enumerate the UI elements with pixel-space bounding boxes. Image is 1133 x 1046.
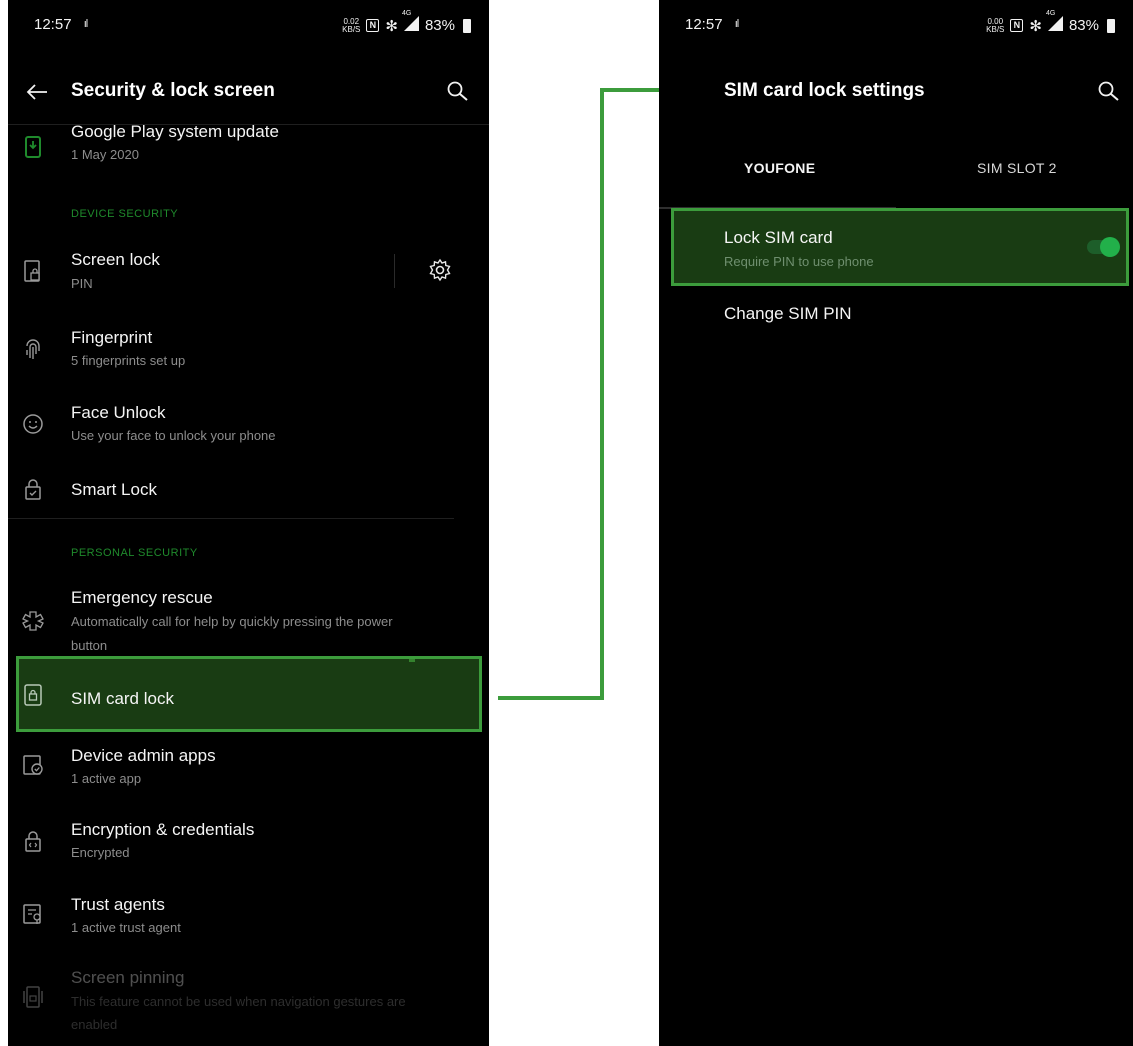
item-subtitle: Automatically call for help by quickly p… bbox=[71, 614, 393, 629]
item-subtitle: 1 active app bbox=[71, 771, 142, 786]
item-subtitle-line2: button bbox=[71, 638, 108, 653]
fingerprint-item[interactable]: Fingerprint 5 fingerprints set up bbox=[8, 324, 489, 378]
encryption-credentials-item[interactable]: Encryption & credentials Encrypted bbox=[8, 814, 489, 868]
battery-percent: 83% bbox=[424, 17, 455, 34]
trust-agents-item[interactable]: Trust agents 1 active trust agent bbox=[8, 889, 489, 943]
bluetooth-icon: ✻ bbox=[385, 17, 398, 35]
battery-percent: 83% bbox=[1068, 17, 1099, 34]
signal-strength-icon: ıl bbox=[734, 18, 739, 30]
item-title: Smart Lock bbox=[71, 480, 157, 499]
smart-lock-item[interactable]: Smart Lock bbox=[8, 474, 489, 514]
emergency-icon bbox=[22, 611, 44, 631]
bluetooth-icon: ✻ bbox=[1029, 17, 1042, 35]
device-admin-icon bbox=[23, 755, 43, 775]
search-icon[interactable] bbox=[1097, 80, 1121, 104]
tab-sim-slot-2[interactable]: SIM SLOT 2 bbox=[977, 160, 1057, 176]
emergency-rescue-item[interactable]: Emergency rescue Automatically call for … bbox=[8, 586, 489, 656]
smart-lock-icon bbox=[25, 479, 41, 500]
item-subtitle: Require PIN to use phone bbox=[724, 254, 874, 269]
item-subtitle: 1 May 2020 bbox=[71, 147, 139, 162]
nfc-icon: N bbox=[1010, 19, 1024, 32]
change-sim-pin-item[interactable]: Change SIM PIN bbox=[659, 296, 1133, 336]
status-time: 12:57 bbox=[685, 16, 723, 33]
item-subtitle: 1 active trust agent bbox=[71, 920, 181, 935]
security-lock-screen: 12:57 ıl 0.02 KB/S N ✻ 4G 83% Security & … bbox=[8, 0, 489, 1046]
item-title: Trust agents bbox=[71, 895, 165, 914]
sim-card-lock-settings: 12:57 ıl 0.00 KB/S N ✻ 4G 83% SIM card lo… bbox=[659, 0, 1133, 1046]
device-admin-apps-item[interactable]: Device admin apps 1 active app bbox=[8, 740, 489, 794]
network-speed: 0.00 KB/S bbox=[986, 16, 1005, 34]
toolbar: Security & lock screen bbox=[8, 72, 489, 112]
item-subtitle: This feature cannot be used when navigat… bbox=[71, 994, 406, 1009]
fingerprint-icon bbox=[26, 339, 40, 359]
screen-lock-icon bbox=[24, 260, 40, 282]
connector-line-vertical bbox=[600, 88, 604, 700]
status-bar: 12:57 ıl 0.02 KB/S N ✻ 4G 83% bbox=[8, 10, 489, 36]
lock-sim-toggle-thumb bbox=[1100, 237, 1120, 257]
item-subtitle: Encrypted bbox=[71, 845, 130, 860]
item-title: Screen pinning bbox=[71, 968, 185, 987]
cell-signal-icon bbox=[1047, 16, 1063, 31]
page-title: SIM card lock settings bbox=[724, 80, 925, 101]
connector-line-horizontal bbox=[498, 696, 604, 700]
item-title: Screen lock bbox=[71, 250, 160, 269]
item-title: Change SIM PIN bbox=[724, 304, 852, 323]
item-title: Google Play system update bbox=[71, 122, 279, 141]
cell-signal-icon bbox=[403, 16, 419, 31]
device-security-header: DEVICE SECURITY bbox=[71, 208, 179, 220]
item-title: Fingerprint bbox=[71, 328, 153, 347]
item-title: Face Unlock bbox=[71, 403, 166, 422]
sim-card-lock-item[interactable]: SIM card lock bbox=[8, 660, 489, 730]
screen-pinning-icon bbox=[23, 986, 43, 1008]
page-title: Security & lock screen bbox=[71, 80, 275, 101]
item-subtitle-line2: enabled bbox=[71, 1017, 118, 1032]
face-icon bbox=[23, 414, 43, 434]
item-subtitle: Use your face to unlock your phone bbox=[71, 428, 276, 443]
network-speed: 0.02 KB/S bbox=[342, 16, 361, 34]
signal-strength-icon: ıl bbox=[83, 18, 88, 30]
lock-sim-toggle-track[interactable] bbox=[1087, 237, 1120, 257]
tab-youfone[interactable]: YOUFONE bbox=[744, 160, 815, 176]
gear-icon[interactable] bbox=[428, 258, 452, 282]
toolbar: SIM card lock settings bbox=[659, 72, 1133, 112]
item-title: SIM card lock bbox=[71, 689, 174, 708]
nfc-icon: N bbox=[366, 19, 380, 32]
battery-icon bbox=[1107, 18, 1115, 33]
item-subtitle: PIN bbox=[71, 276, 93, 291]
screen-lock-item[interactable]: Screen lock PIN bbox=[8, 246, 489, 300]
item-title: Device admin apps bbox=[71, 746, 216, 765]
item-title: Emergency rescue bbox=[71, 588, 213, 607]
item-title: Encryption & credentials bbox=[71, 820, 255, 839]
trust-agent-icon bbox=[23, 904, 41, 924]
item-subtitle: 5 fingerprints set up bbox=[71, 353, 186, 368]
sim-lock-icon bbox=[24, 684, 42, 706]
screen-pinning-item: Screen pinning This feature cannot be us… bbox=[8, 964, 489, 1034]
status-bar: 12:57 ıl 0.00 KB/S N ✻ 4G 83% bbox=[659, 10, 1133, 36]
personal-security-header: PERSONAL SECURITY bbox=[71, 547, 198, 559]
back-arrow-icon[interactable] bbox=[26, 82, 48, 102]
encryption-icon bbox=[25, 831, 41, 852]
search-icon[interactable] bbox=[446, 80, 470, 104]
battery-icon bbox=[463, 18, 471, 33]
google-play-system-update-item[interactable]: Google Play system update 1 May 2020 bbox=[8, 118, 489, 180]
status-time: 12:57 bbox=[34, 16, 72, 33]
item-title: Lock SIM card bbox=[724, 228, 833, 247]
lock-sim-card-item[interactable]: Lock SIM card Require PIN to use phone bbox=[659, 212, 1133, 282]
system-update-icon bbox=[25, 136, 41, 158]
face-unlock-item[interactable]: Face Unlock Use your face to unlock your… bbox=[8, 399, 489, 453]
